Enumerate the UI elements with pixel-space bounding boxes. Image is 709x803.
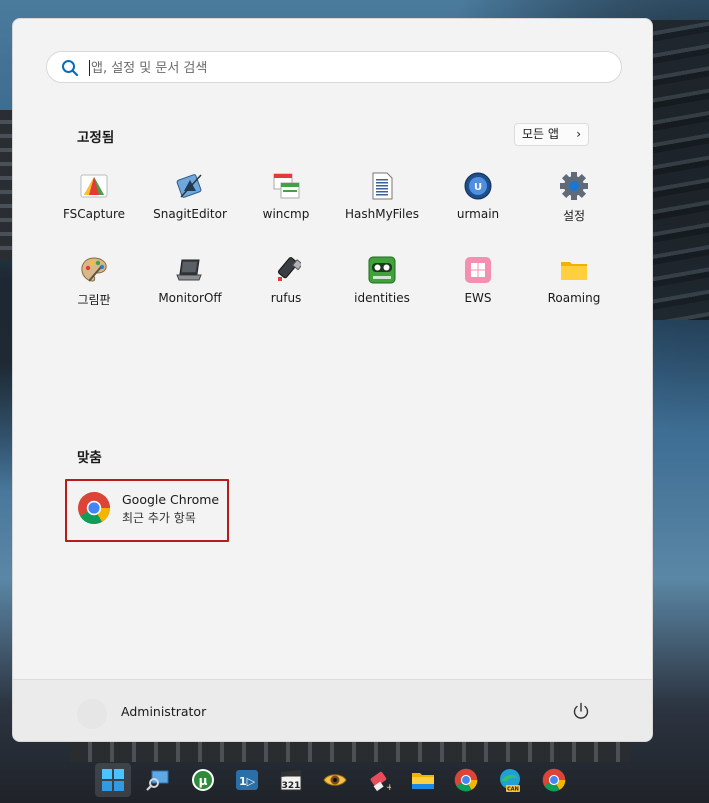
- pinned-app-settings[interactable]: 설정: [526, 171, 622, 241]
- taskbar-clapperboard[interactable]: 321: [273, 763, 309, 797]
- app-label: urmain: [456, 207, 500, 221]
- settings-gear-icon: [560, 172, 588, 200]
- app-label: wincmp: [262, 207, 310, 221]
- pinned-section-title: 고정됨: [77, 130, 115, 146]
- start-button[interactable]: [95, 763, 131, 797]
- edge-can-icon: CAN: [500, 769, 520, 793]
- chrome-icon: [454, 768, 478, 792]
- recommended-item-subtitle: 최근 추가 항목: [122, 511, 196, 525]
- file-explorer-icon: [412, 773, 434, 789]
- folder-icon: [561, 262, 587, 280]
- power-icon[interactable]: [571, 701, 591, 721]
- chrome-icon: [78, 492, 111, 525]
- svg-text:U: U: [474, 182, 482, 193]
- snagit-editor-icon: [176, 174, 202, 198]
- recommended-item-google-chrome[interactable]: Google Chrome 최근 추가 항목: [65, 479, 229, 542]
- avatar[interactable]: [77, 699, 107, 729]
- start-menu: 고정됨 모든 앱 › FSCapture SnagitEditor wincmp: [12, 18, 653, 742]
- search-icon: [62, 60, 79, 77]
- pinned-app-wincmp[interactable]: wincmp: [238, 171, 334, 241]
- app-label: FSCapture: [62, 207, 126, 221]
- svg-text:CAN: CAN: [507, 787, 519, 793]
- pinned-app-snagiteditor[interactable]: SnagitEditor: [142, 171, 238, 241]
- pinned-app-hashmyfiles[interactable]: HashMyFiles: [334, 171, 430, 241]
- pinned-app-urmain[interactable]: U urmain: [430, 171, 526, 241]
- app-label: EWS: [464, 291, 492, 305]
- text-caret: [89, 60, 90, 76]
- taskbar-chrome-2[interactable]: [536, 763, 572, 797]
- taskbar-edge-can[interactable]: CAN: [492, 763, 528, 797]
- app-label: 설정: [562, 209, 586, 223]
- utorrent-icon: µ: [192, 769, 214, 791]
- monitoroff-laptop-icon: [176, 259, 202, 281]
- clapperboard-icon: 321: [280, 770, 302, 791]
- wincmp-icon: [273, 173, 300, 199]
- app-label: SnagitEditor: [153, 207, 227, 221]
- recommended-section-title: 맞춤: [77, 450, 102, 466]
- all-apps-label: 모든 앱: [522, 127, 559, 141]
- taskbar-utorrent[interactable]: µ: [185, 763, 221, 797]
- svg-text:321: 321: [282, 781, 301, 791]
- taskbar-app-1d[interactable]: 1▷: [229, 763, 265, 797]
- app-label: MonitorOff: [158, 291, 222, 305]
- app-label: rufus: [270, 291, 302, 305]
- urmain-icon: U: [464, 172, 492, 200]
- taskbar: µ 1▷ 321 + CAN: [0, 755, 709, 803]
- svg-text:µ: µ: [199, 774, 208, 788]
- pinned-app-fscapture[interactable]: FSCapture: [46, 171, 142, 241]
- eye-viewer-icon: [323, 774, 347, 786]
- app-label: 그림판: [77, 293, 111, 307]
- app-label: HashMyFiles: [344, 207, 420, 221]
- eraser-icon: +: [370, 771, 391, 792]
- pinned-app-identities[interactable]: identities: [334, 255, 430, 325]
- taskbar-search[interactable]: [140, 763, 176, 797]
- identities-icon: [368, 256, 396, 284]
- wallpaper-pier-right: [649, 20, 709, 320]
- recommended-item-title: Google Chrome: [122, 492, 220, 507]
- paint-palette-icon: [81, 257, 107, 282]
- pinned-app-paint[interactable]: 그림판: [46, 255, 142, 325]
- pinned-app-rufus[interactable]: rufus: [238, 255, 334, 325]
- taskbar-eraser[interactable]: +: [361, 763, 397, 797]
- rufus-usb-icon: [277, 257, 301, 281]
- hashmyfiles-icon: [372, 172, 393, 200]
- search-icon: [146, 770, 169, 791]
- app-label: Roaming: [547, 291, 601, 305]
- app-1d-icon: 1▷: [236, 770, 258, 790]
- svg-text:1▷: 1▷: [239, 775, 256, 788]
- start-windows-icon: [102, 769, 124, 791]
- chrome-icon: [542, 768, 566, 792]
- search-input[interactable]: [91, 57, 591, 79]
- svg-text:+: +: [386, 783, 391, 792]
- pinned-app-ews[interactable]: EWS: [430, 255, 526, 325]
- start-menu-footer: Administrator: [13, 679, 652, 741]
- taskbar-file-explorer[interactable]: [405, 763, 441, 797]
- user-name[interactable]: Administrator: [121, 704, 206, 719]
- chevron-right-icon: ›: [576, 127, 581, 141]
- app-label: identities: [354, 291, 410, 305]
- all-apps-button[interactable]: 모든 앱 ›: [514, 123, 589, 146]
- search-box[interactable]: [46, 51, 622, 83]
- taskbar-viewer[interactable]: [317, 763, 353, 797]
- ews-windows-icon: [465, 257, 491, 283]
- fscapture-icon: [80, 174, 108, 198]
- pinned-app-monitoroff[interactable]: MonitorOff: [142, 255, 238, 325]
- taskbar-chrome[interactable]: [448, 763, 484, 797]
- pinned-app-roaming[interactable]: Roaming: [526, 255, 622, 325]
